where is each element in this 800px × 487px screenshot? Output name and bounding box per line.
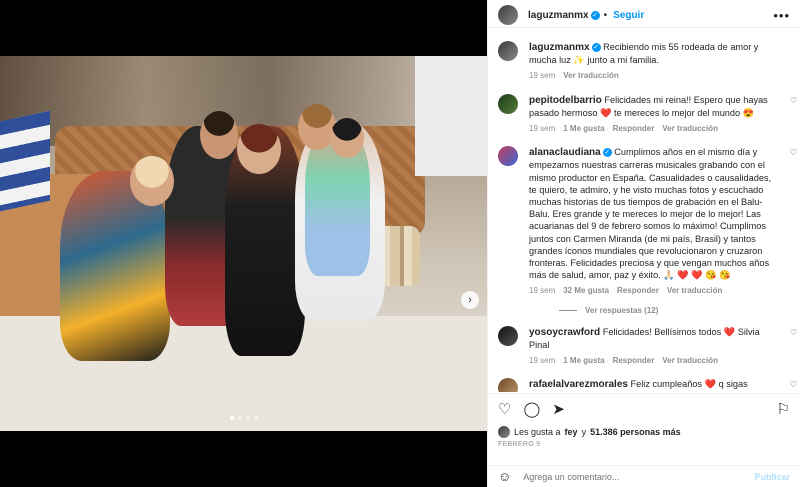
- post-header: laguzmanmx ✓ • Seguir •••: [488, 0, 800, 28]
- carousel-dot: [253, 416, 258, 420]
- red-heart-emoji-icon: ❤️: [723, 326, 736, 337]
- avatar[interactable]: [498, 93, 518, 114]
- avatar[interactable]: [498, 41, 518, 61]
- photo-flag: [0, 110, 50, 212]
- see-translation-link[interactable]: Ver traducción: [563, 70, 619, 82]
- view-replies-button[interactable]: Ver respuestas (12): [559, 306, 800, 315]
- carousel-dot: [229, 416, 234, 420]
- comment-item: pepitodelbarrio Felicidades mi reina!! E…: [488, 83, 800, 136]
- likes-count[interactable]: 51.386 personas más: [590, 427, 681, 437]
- bookmark-icon[interactable]: ⚐: [777, 402, 790, 418]
- comment-time[interactable]: 19 sem: [529, 355, 555, 367]
- divider: [559, 309, 577, 311]
- comments-list[interactable]: laguzmanmx ✓ Recibiendo mis 55 rodeada de…: [488, 30, 800, 392]
- comment-time[interactable]: 19 sem: [529, 123, 555, 135]
- carousel-dot: [245, 416, 250, 420]
- comment-likes[interactable]: 32 Me gusta: [563, 285, 609, 297]
- comment-username[interactable]: yosoycrawford: [529, 327, 600, 338]
- post-actions: ♡ ◯ ➤ ⚐ Les gusta a fey y 51.386 persona…: [488, 393, 800, 465]
- photo-head: [130, 156, 174, 206]
- comment-like-heart-icon[interactable]: ♡: [790, 96, 797, 105]
- avatar: [498, 426, 510, 438]
- comment-likes[interactable]: 1 Me gusta: [563, 355, 604, 367]
- heart-icon[interactable]: ♡: [498, 402, 511, 418]
- comment-time[interactable]: 19 sem: [529, 285, 555, 297]
- reply-button[interactable]: Responder: [617, 285, 659, 297]
- emoji-icon[interactable]: ☺: [498, 469, 511, 484]
- avatar[interactable]: [498, 5, 518, 25]
- likes-user[interactable]: fey: [565, 427, 578, 437]
- post-comment-button[interactable]: Publicar: [754, 472, 790, 482]
- separator-dot: •: [603, 9, 608, 21]
- post-photo[interactable]: ›: [0, 56, 487, 431]
- verified-badge-icon: ✓: [591, 43, 601, 53]
- reply-button[interactable]: Responder: [613, 123, 655, 135]
- photo-head: [330, 118, 364, 158]
- comment-item: alanaclaudiana ✓ Cumplimos años en el mis…: [488, 135, 800, 297]
- avatar[interactable]: [498, 378, 518, 392]
- photo-head: [200, 111, 238, 159]
- see-translation-link[interactable]: Ver traducción: [662, 123, 718, 135]
- likes-summary[interactable]: Les gusta a fey y 51.386 personas más: [498, 426, 790, 438]
- comment-item: yosoycrawford Felicidades! Bellísimos to…: [488, 315, 800, 368]
- post-media-pane: ›: [0, 0, 487, 487]
- verified-badge-icon: ✓: [602, 148, 612, 158]
- see-translation-link[interactable]: Ver traducción: [667, 285, 723, 297]
- more-options-icon[interactable]: •••: [773, 8, 790, 23]
- comment-username[interactable]: pepitodelbarrio: [529, 95, 602, 106]
- verified-badge-icon: ✓: [590, 10, 600, 20]
- comment-text: te mereces lo mejor del mundo 😍: [611, 107, 755, 118]
- caption: laguzmanmx ✓ Recibiendo mis 55 rodeada de…: [488, 30, 800, 83]
- carousel-next-button[interactable]: ›: [461, 291, 479, 309]
- comment-time[interactable]: 19 sem: [529, 70, 555, 82]
- comment-text: Felicidades! Bellísimos todos: [602, 326, 724, 337]
- comment-like-heart-icon[interactable]: ♡: [790, 380, 797, 389]
- see-translation-link[interactable]: Ver traducción: [662, 355, 718, 367]
- comment-icon[interactable]: ◯: [523, 402, 540, 418]
- comment-item: rafaelalvarezmorales Feliz cumpleaños ❤️…: [488, 367, 800, 392]
- likes-prefix: Les gusta a: [514, 427, 561, 437]
- reply-button[interactable]: Responder: [613, 355, 655, 367]
- likes-middle: y: [581, 427, 587, 437]
- post-author-username[interactable]: laguzmanmx: [528, 10, 589, 21]
- comment-likes[interactable]: 1 Me gusta: [563, 123, 604, 135]
- comment-input[interactable]: [523, 471, 755, 482]
- post-date[interactable]: FEBRERO 9: [498, 441, 790, 448]
- photo-head: [237, 124, 281, 174]
- red-heart-emoji-icon: ❤️: [600, 107, 612, 118]
- comment-like-heart-icon[interactable]: ♡: [790, 148, 797, 157]
- send-icon[interactable]: ➤: [552, 402, 565, 418]
- follow-button[interactable]: Seguir: [613, 10, 644, 21]
- carousel-dot: [237, 416, 242, 420]
- avatar[interactable]: [498, 146, 518, 167]
- comment-text: Cumplimos años en el mismo día y empezam…: [529, 147, 772, 281]
- comment-like-heart-icon[interactable]: ♡: [790, 328, 797, 337]
- chevron-right-icon: ›: [468, 294, 472, 306]
- post-side-panel: laguzmanmx ✓ • Seguir ••• laguzmanmx ✓ Re…: [487, 0, 800, 487]
- photo-curtain: [415, 56, 487, 176]
- comment-username[interactable]: rafaelalvarezmorales: [529, 379, 628, 390]
- add-comment-bar: ☺ Publicar: [488, 465, 800, 487]
- avatar[interactable]: [498, 325, 518, 346]
- comment-username[interactable]: laguzmanmx: [529, 42, 590, 53]
- comment-username[interactable]: alanaclaudiana: [529, 147, 601, 158]
- carousel-indicator: [0, 416, 487, 420]
- view-replies-label: Ver respuestas (12): [585, 305, 659, 315]
